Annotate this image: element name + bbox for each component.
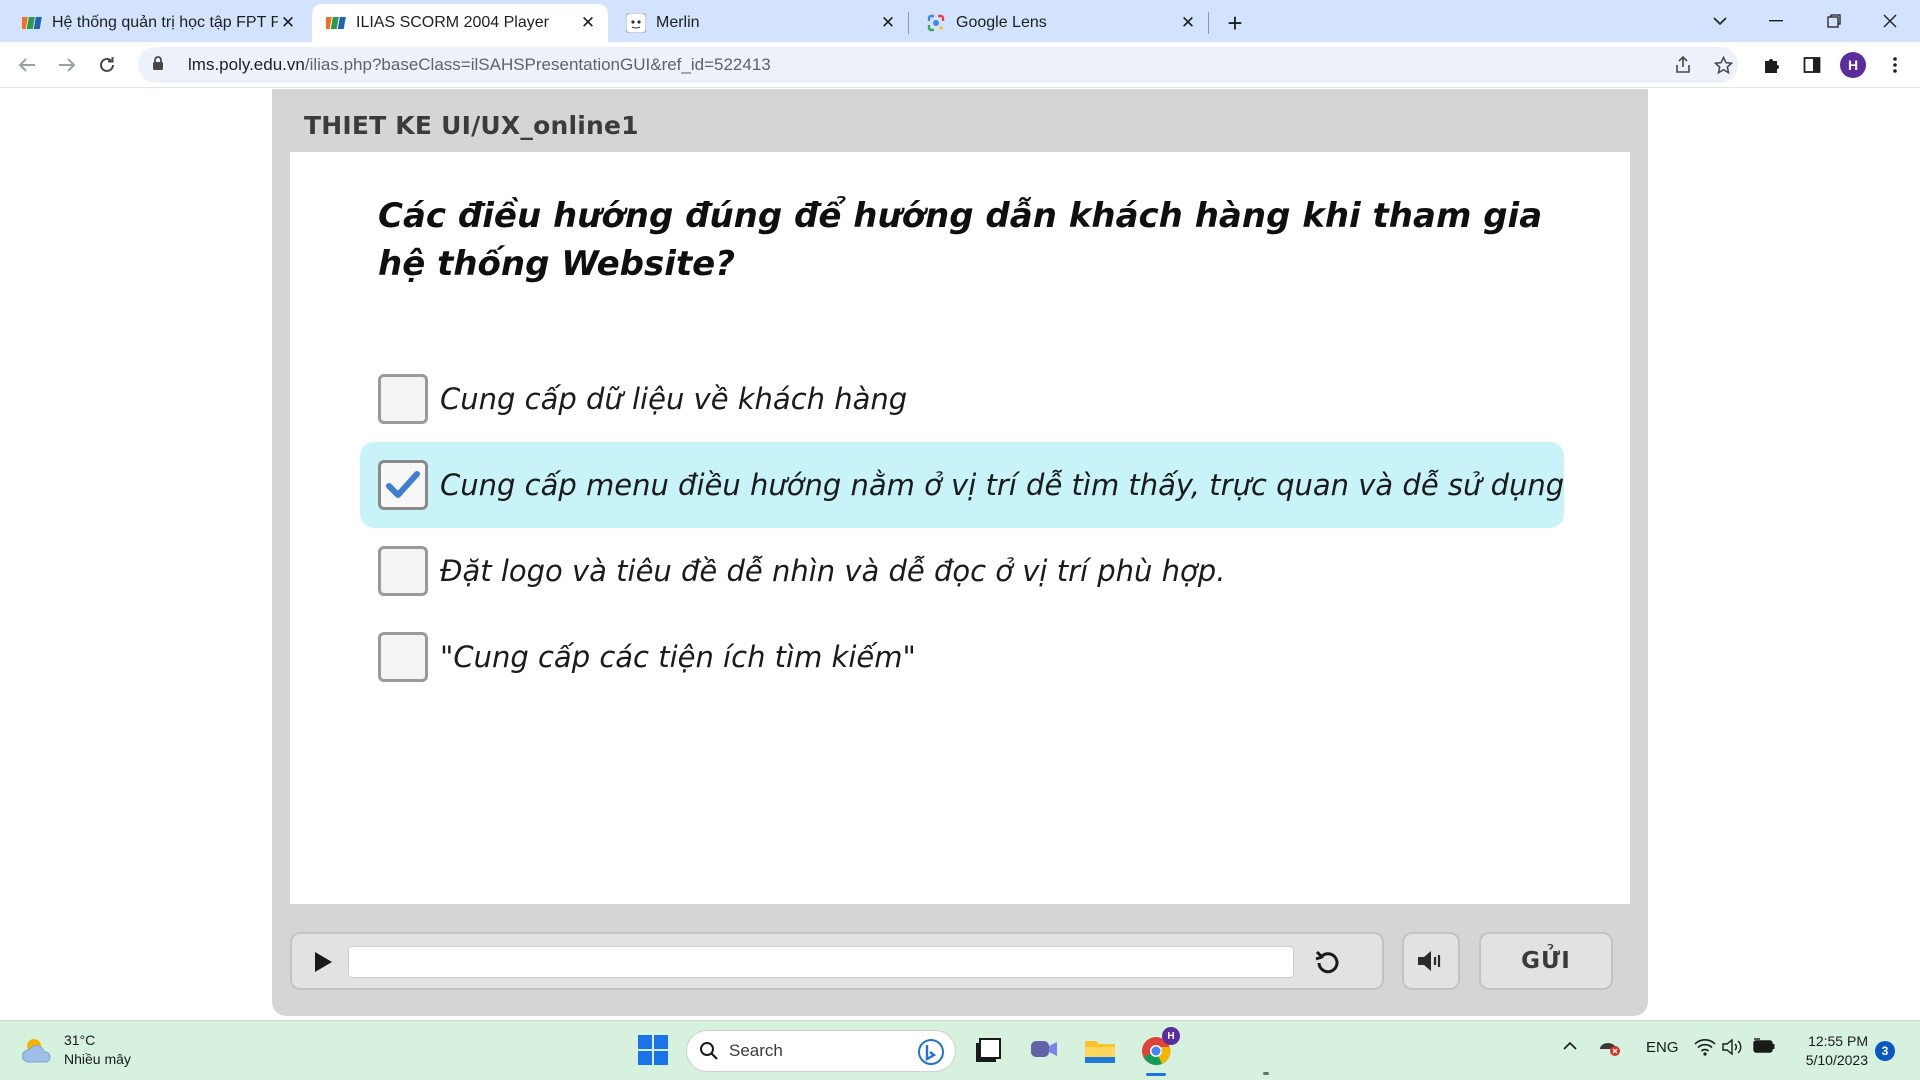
replay-button[interactable] <box>1310 945 1346 981</box>
bookmark-star-icon[interactable] <box>1708 50 1738 80</box>
minimize-button[interactable] <box>1748 0 1804 42</box>
replay-icon <box>1315 950 1339 974</box>
tab-search-button[interactable] <box>1692 0 1748 42</box>
answer-checkbox-checked[interactable] <box>378 460 428 510</box>
network-blocked-icon[interactable] <box>1598 1037 1622 1061</box>
answer-text: Đặt logo và tiêu đề dễ nhìn và dễ đọc ở … <box>440 554 1226 588</box>
play-button[interactable] <box>308 947 338 977</box>
google-lens-favicon <box>926 13 946 33</box>
app-indicator <box>1263 1072 1269 1075</box>
address-bar[interactable]: lms.poly.edu.vn/ilias.php?baseClass=ilSA… <box>138 47 1738 83</box>
clock-time: 12:55 PM <box>1808 1033 1868 1049</box>
tab-divider <box>908 12 909 34</box>
speaker-icon[interactable] <box>1722 1038 1744 1060</box>
partly-cloudy-icon <box>22 1039 51 1063</box>
answer-option-4[interactable]: "Cung cấp các tiện ích tìm kiếm" <box>360 614 1564 700</box>
active-app-indicator <box>1146 1073 1166 1076</box>
more-menu-icon[interactable] <box>1880 50 1910 80</box>
seek-bar[interactable] <box>348 946 1294 978</box>
answer-checkbox[interactable] <box>378 632 428 682</box>
search-placeholder: Search <box>729 1041 783 1060</box>
volume-icon <box>1418 951 1441 971</box>
weather-description: Nhiều mây <box>64 1051 131 1067</box>
question-text: Các điều hướng đúng để hướng dẫn khách h… <box>378 196 1543 284</box>
tab-title: Merlin <box>656 14 700 31</box>
chrome-profile-badge: H <box>1162 1027 1180 1045</box>
language-indicator[interactable]: ENG <box>1646 1039 1679 1056</box>
quiz-stage: Các điều hướng đúng để hướng dẫn khách h… <box>290 152 1630 904</box>
forward-button[interactable] <box>52 50 82 80</box>
reload-button[interactable] <box>92 50 122 80</box>
task-view-icon[interactable] <box>970 1033 1006 1069</box>
url-text: lms.poly.edu.vn/ilias.php?baseClass=ilSA… <box>188 55 771 75</box>
answer-option-1[interactable]: Cung cấp dữ liệu về khách hàng <box>360 356 1564 442</box>
weather-widget[interactable]: 31°C Nhiều mây <box>20 1031 131 1069</box>
answer-text: Cung cấp menu điều hướng nằm ở vị trí dễ… <box>440 468 1565 502</box>
weather-temperature: 31°C <box>64 1032 96 1048</box>
answer-option-3[interactable]: Đặt logo và tiêu đề dễ nhìn và dễ đọc ở … <box>360 528 1564 614</box>
browser-toolbar: lms.poly.edu.vn/ilias.php?baseClass=ilSA… <box>0 42 1920 88</box>
share-icon[interactable] <box>1668 50 1698 80</box>
start-button[interactable] <box>638 1035 670 1067</box>
tab-google-lens[interactable]: Google Lens ✕ <box>912 4 1208 42</box>
close-icon[interactable]: ✕ <box>878 13 898 33</box>
browser-tab-strip: Hệ thống quản trị học tập FPT Po ✕ ILIAS… <box>0 0 1920 42</box>
notification-badge[interactable]: 3 <box>1875 1041 1895 1061</box>
tab-title: ILIAS SCORM 2004 Player <box>356 14 549 31</box>
windows-logo-icon <box>638 1035 668 1065</box>
profile-avatar[interactable]: H <box>1840 52 1866 78</box>
battery-icon[interactable] <box>1752 1038 1776 1058</box>
close-icon[interactable]: ✕ <box>278 13 298 33</box>
restore-button[interactable] <box>1806 0 1862 42</box>
windows-taskbar: 31°C Nhiều mây Search H ENG 12:55 PM 5/1… <box>0 1020 1920 1080</box>
tab-merlin[interactable]: Merlin ✕ <box>612 4 908 42</box>
back-button[interactable] <box>12 50 42 80</box>
tab-title: Google Lens <box>956 14 1047 31</box>
lock-icon[interactable] <box>152 56 172 74</box>
extensions-puzzle-icon[interactable] <box>1757 50 1787 80</box>
teams-chat-icon[interactable] <box>1026 1033 1062 1069</box>
bing-icon[interactable] <box>917 1038 945 1066</box>
fpt-favicon <box>22 13 42 33</box>
answer-checkbox[interactable] <box>378 546 428 596</box>
system-clock[interactable]: 12:55 PM 5/10/2023 <box>1790 1032 1868 1070</box>
checkmark-icon <box>386 471 420 498</box>
wifi-icon[interactable] <box>1694 1038 1716 1060</box>
taskbar-search[interactable]: Search <box>686 1030 956 1072</box>
close-icon[interactable]: ✕ <box>1178 13 1198 33</box>
tab-fpt-lms[interactable]: Hệ thống quản trị học tập FPT Po ✕ <box>8 4 308 42</box>
tab-ilias-scorm[interactable]: ILIAS SCORM 2004 Player ✕ <box>312 4 608 42</box>
play-icon <box>315 952 332 972</box>
playback-controls <box>290 932 1384 990</box>
close-window-button[interactable] <box>1862 0 1918 42</box>
answer-text: "Cung cấp các tiện ích tìm kiếm" <box>440 640 916 674</box>
tab-divider <box>1208 12 1209 34</box>
answer-option-2[interactable]: Cung cấp menu điều hướng nằm ở vị trí dễ… <box>360 442 1564 528</box>
answer-text: Cung cấp dữ liệu về khách hàng <box>440 382 908 416</box>
volume-button[interactable] <box>1402 932 1460 990</box>
url-path: /ilias.php?baseClass=ilSAHSPresentationG… <box>304 55 771 74</box>
clock-date: 5/10/2023 <box>1805 1052 1868 1068</box>
answer-checkbox[interactable] <box>378 374 428 424</box>
search-icon <box>700 1042 718 1060</box>
file-explorer-icon[interactable] <box>1082 1033 1118 1069</box>
fpt-favicon <box>326 13 346 33</box>
merlin-favicon <box>626 13 646 33</box>
url-host: lms.poly.edu.vn <box>188 55 305 74</box>
scorm-player: THIET KE UI/UX_online1 Các điều hướng đú… <box>272 89 1648 1016</box>
new-tab-button[interactable]: + <box>1220 8 1250 38</box>
tab-title: Hệ thống quản trị học tập FPT Po <box>52 14 278 31</box>
submit-button[interactable]: GỬI <box>1479 932 1613 990</box>
chevron-up-icon[interactable] <box>1562 1038 1578 1055</box>
side-panel-icon[interactable] <box>1797 50 1827 80</box>
close-icon[interactable]: ✕ <box>578 13 598 33</box>
course-title: THIET KE UI/UX_online1 <box>304 111 639 140</box>
